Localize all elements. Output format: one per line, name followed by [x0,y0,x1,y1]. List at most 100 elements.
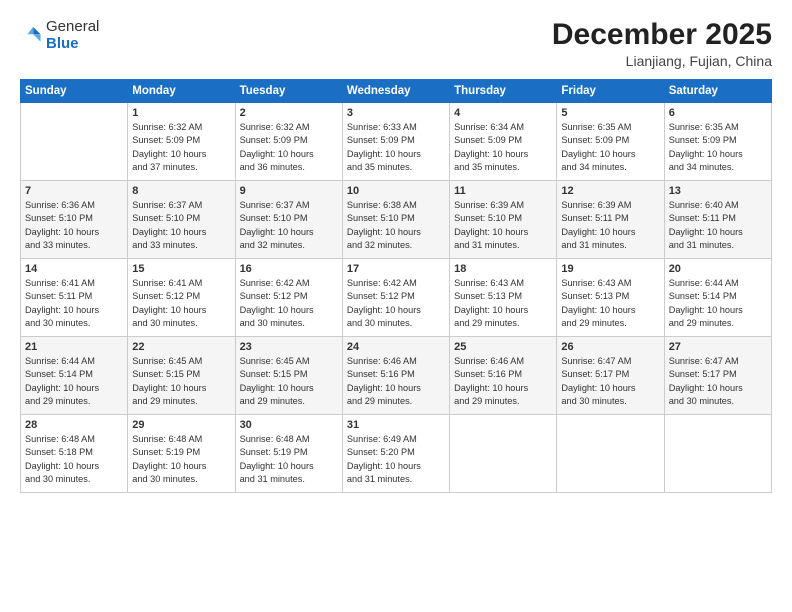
day-number: 25 [454,341,552,353]
week-row-0: 1 Sunrise: 6:32 AM Sunset: 5:09 PM Daylig… [21,103,772,181]
calendar-cell: 22Sunrise: 6:45 AM Sunset: 5:15 PM Dayli… [128,337,235,415]
day-number: 7 [25,185,123,197]
day-number: 10 [347,185,445,197]
calendar-cell: 7 Sunrise: 6:36 AM Sunset: 5:10 PM Daylig… [21,181,128,259]
day-number: 26 [561,341,659,353]
weekday-header-wednesday: Wednesday [342,80,449,103]
day-info: Sunrise: 6:38 AM Sunset: 5:10 PM Dayligh… [347,199,445,252]
day-number: 14 [25,263,123,275]
day-number: 8 [132,185,230,197]
day-info: Sunrise: 6:41 AM Sunset: 5:12 PM Dayligh… [132,277,230,330]
day-info: Sunrise: 6:47 AM Sunset: 5:17 PM Dayligh… [669,355,767,408]
day-info: Sunrise: 6:47 AM Sunset: 5:17 PM Dayligh… [561,355,659,408]
logo-blue: Blue [46,35,99,52]
calendar-cell: 10 Sunrise: 6:38 AM Sunset: 5:10 PM Dayli… [342,181,449,259]
day-info: Sunrise: 6:48 AM Sunset: 5:19 PM Dayligh… [240,433,338,486]
weekday-header-monday: Monday [128,80,235,103]
calendar-cell: 4 Sunrise: 6:34 AM Sunset: 5:09 PM Daylig… [450,103,557,181]
day-number: 2 [240,107,338,119]
day-number: 5 [561,107,659,119]
day-number: 21 [25,341,123,353]
day-number: 18 [454,263,552,275]
day-number: 29 [132,419,230,431]
logo-text: General Blue [46,18,99,53]
calendar-cell [450,415,557,493]
day-info: Sunrise: 6:40 AM Sunset: 5:11 PM Dayligh… [669,199,767,252]
day-info: Sunrise: 6:42 AM Sunset: 5:12 PM Dayligh… [240,277,338,330]
calendar-cell: 8 Sunrise: 6:37 AM Sunset: 5:10 PM Daylig… [128,181,235,259]
calendar-cell: 16 Sunrise: 6:42 AM Sunset: 5:12 PM Dayli… [235,259,342,337]
day-number: 6 [669,107,767,119]
day-info: Sunrise: 6:48 AM Sunset: 5:19 PM Dayligh… [132,433,230,486]
day-info: Sunrise: 6:37 AM Sunset: 5:10 PM Dayligh… [132,199,230,252]
calendar-cell: 17 Sunrise: 6:42 AM Sunset: 5:12 PM Dayli… [342,259,449,337]
day-number: 4 [454,107,552,119]
logo-general: General [46,18,99,35]
week-row-1: 7 Sunrise: 6:36 AM Sunset: 5:10 PM Daylig… [21,181,772,259]
day-info: Sunrise: 6:44 AM Sunset: 5:14 PM Dayligh… [25,355,123,408]
day-info: Sunrise: 6:48 AM Sunset: 5:18 PM Dayligh… [25,433,123,486]
day-number: 11 [454,185,552,197]
calendar-cell: 14Sunrise: 6:41 AM Sunset: 5:11 PM Dayli… [21,259,128,337]
calendar-cell: 19 Sunrise: 6:43 AM Sunset: 5:13 PM Dayli… [557,259,664,337]
day-number: 31 [347,419,445,431]
calendar-cell: 1 Sunrise: 6:32 AM Sunset: 5:09 PM Daylig… [128,103,235,181]
calendar-cell: 9Sunrise: 6:37 AM Sunset: 5:10 PM Daylig… [235,181,342,259]
day-number: 9 [240,185,338,197]
day-info: Sunrise: 6:45 AM Sunset: 5:15 PM Dayligh… [240,355,338,408]
day-info: Sunrise: 6:46 AM Sunset: 5:16 PM Dayligh… [454,355,552,408]
day-number: 28 [25,419,123,431]
day-info: Sunrise: 6:42 AM Sunset: 5:12 PM Dayligh… [347,277,445,330]
calendar-cell: 26 Sunrise: 6:47 AM Sunset: 5:17 PM Dayli… [557,337,664,415]
day-info: Sunrise: 6:34 AM Sunset: 5:09 PM Dayligh… [454,121,552,174]
day-info: Sunrise: 6:35 AM Sunset: 5:09 PM Dayligh… [669,121,767,174]
day-number: 23 [240,341,338,353]
day-number: 30 [240,419,338,431]
calendar-cell: 20Sunrise: 6:44 AM Sunset: 5:14 PM Dayli… [664,259,771,337]
calendar-cell: 23 Sunrise: 6:45 AM Sunset: 5:15 PM Dayli… [235,337,342,415]
day-info: Sunrise: 6:49 AM Sunset: 5:20 PM Dayligh… [347,433,445,486]
week-row-4: 28 Sunrise: 6:48 AM Sunset: 5:18 PM Dayli… [21,415,772,493]
day-info: Sunrise: 6:36 AM Sunset: 5:10 PM Dayligh… [25,199,123,252]
calendar-cell: 25 Sunrise: 6:46 AM Sunset: 5:16 PM Dayli… [450,337,557,415]
day-number: 19 [561,263,659,275]
day-number: 17 [347,263,445,275]
calendar-cell: 30 Sunrise: 6:48 AM Sunset: 5:19 PM Dayli… [235,415,342,493]
week-row-3: 21 Sunrise: 6:44 AM Sunset: 5:14 PM Dayli… [21,337,772,415]
calendar-cell: 2Sunrise: 6:32 AM Sunset: 5:09 PM Daylig… [235,103,342,181]
day-number: 15 [132,263,230,275]
day-info: Sunrise: 6:39 AM Sunset: 5:11 PM Dayligh… [561,199,659,252]
logo: General Blue [20,18,99,53]
calendar-cell [21,103,128,181]
calendar-cell: 18Sunrise: 6:43 AM Sunset: 5:13 PM Dayli… [450,259,557,337]
calendar-cell: 13 Sunrise: 6:40 AM Sunset: 5:11 PM Dayli… [664,181,771,259]
calendar-cell: 31 Sunrise: 6:49 AM Sunset: 5:20 PM Dayli… [342,415,449,493]
calendar-cell: 11 Sunrise: 6:39 AM Sunset: 5:10 PM Dayli… [450,181,557,259]
title-block: December 2025 Lianjiang, Fujian, China [552,18,772,69]
week-row-2: 14Sunrise: 6:41 AM Sunset: 5:11 PM Dayli… [21,259,772,337]
month-title: December 2025 [552,18,772,51]
calendar-cell [664,415,771,493]
calendar-cell: 24Sunrise: 6:46 AM Sunset: 5:16 PM Dayli… [342,337,449,415]
day-number: 13 [669,185,767,197]
day-number: 3 [347,107,445,119]
day-number: 20 [669,263,767,275]
logo-icon [20,24,42,46]
calendar-cell: 27 Sunrise: 6:47 AM Sunset: 5:17 PM Dayli… [664,337,771,415]
calendar-table: SundayMondayTuesdayWednesdayThursdayFrid… [20,79,772,493]
day-info: Sunrise: 6:45 AM Sunset: 5:15 PM Dayligh… [132,355,230,408]
calendar-cell: 28 Sunrise: 6:48 AM Sunset: 5:18 PM Dayli… [21,415,128,493]
weekday-header-friday: Friday [557,80,664,103]
calendar-cell: 29 Sunrise: 6:48 AM Sunset: 5:19 PM Dayli… [128,415,235,493]
calendar-cell: 5Sunrise: 6:35 AM Sunset: 5:09 PM Daylig… [557,103,664,181]
day-info: Sunrise: 6:32 AM Sunset: 5:09 PM Dayligh… [132,121,230,174]
day-number: 16 [240,263,338,275]
header: General Blue December 2025 Lianjiang, Fu… [20,18,772,69]
day-number: 27 [669,341,767,353]
day-info: Sunrise: 6:46 AM Sunset: 5:16 PM Dayligh… [347,355,445,408]
day-info: Sunrise: 6:39 AM Sunset: 5:10 PM Dayligh… [454,199,552,252]
day-number: 1 [132,107,230,119]
calendar-page: General Blue December 2025 Lianjiang, Fu… [0,0,792,612]
calendar-cell: 6 Sunrise: 6:35 AM Sunset: 5:09 PM Daylig… [664,103,771,181]
day-info: Sunrise: 6:43 AM Sunset: 5:13 PM Dayligh… [561,277,659,330]
